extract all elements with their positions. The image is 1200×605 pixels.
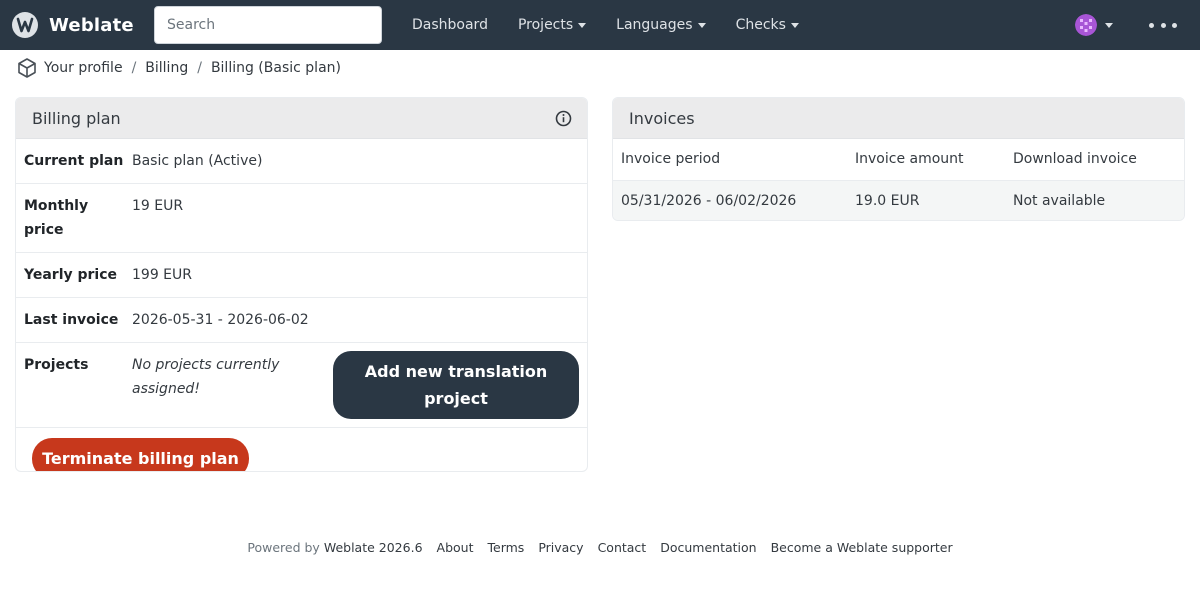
column-header: Download invoice: [1005, 139, 1184, 181]
navbar: Weblate Dashboard Projects Languages Che…: [0, 0, 1200, 50]
footer-link-supporter[interactable]: Become a Weblate supporter: [771, 540, 953, 555]
footer-link-contact[interactable]: Contact: [598, 540, 647, 555]
invoices-table: Invoice period Invoice amount Download i…: [613, 139, 1184, 220]
table-row: 05/31/2026 - 06/02/2026 19.0 EUR Not ava…: [613, 180, 1184, 220]
footer-link-about[interactable]: About: [437, 540, 474, 555]
brand-name: Weblate: [49, 14, 134, 36]
plan-row-projects: Projects No projects currently assigned!…: [16, 343, 587, 428]
footer-link-privacy[interactable]: Privacy: [538, 540, 583, 555]
footer-link-documentation[interactable]: Documentation: [660, 540, 756, 555]
nav-projects[interactable]: Projects: [503, 0, 601, 50]
billing-plan-footer: Terminate billing plan: [16, 428, 587, 471]
breadcrumb-billing[interactable]: Billing: [145, 60, 188, 76]
weblate-version-link[interactable]: Weblate 2026.6: [324, 540, 423, 555]
plan-row-monthly: Monthly price 19 EUR: [16, 184, 587, 253]
nav-right: [1075, 0, 1200, 50]
plan-value: 19 EUR: [132, 198, 184, 214]
plan-label: Last invoice: [24, 312, 119, 328]
powered-by-text: Powered by: [247, 539, 320, 555]
avatar: [1075, 14, 1097, 36]
invoice-period: 05/31/2026 - 06/02/2026: [613, 180, 847, 220]
dot: [1172, 22, 1177, 28]
plan-row-last-invoice: Last invoice 2026-05-31 - 2026-06-02: [16, 298, 587, 343]
plan-value: 2026-05-31 - 2026-06-02: [132, 312, 309, 328]
chevron-down-icon: [790, 22, 799, 28]
breadcrumb-separator: /: [197, 60, 202, 76]
table-header-row: Invoice period Invoice amount Download i…: [613, 139, 1184, 181]
billing-plan-card: Billing plan Current plan Basic plan (Ac…: [15, 97, 588, 472]
invoice-download: Not available: [1005, 180, 1184, 220]
breadcrumb: Your profile / Billing / Billing (Basic …: [16, 56, 341, 80]
nav-checks-label: Checks: [735, 17, 786, 33]
invoices-header: Invoices: [613, 98, 1184, 139]
chevron-down-icon: [697, 22, 706, 28]
nav-dashboard[interactable]: Dashboard: [397, 0, 503, 50]
nav-languages-label: Languages: [616, 17, 693, 33]
breadcrumb-profile[interactable]: Your profile: [44, 60, 123, 76]
terminate-billing-plan-button[interactable]: Terminate billing plan: [32, 438, 249, 471]
column-header: Invoice amount: [847, 139, 1005, 181]
main-nav: Dashboard Projects Languages Checks: [397, 0, 814, 50]
plan-value: 199 EUR: [132, 267, 192, 283]
nav-projects-label: Projects: [517, 17, 574, 33]
page-footer: Powered by Weblate 2026.6 About Terms Pr…: [0, 538, 1200, 556]
add-translation-project-button[interactable]: Add new translation project: [333, 351, 579, 419]
brand-link[interactable]: Weblate: [11, 0, 134, 50]
invoices-title: Invoices: [629, 108, 695, 128]
invoice-amount: 19.0 EUR: [847, 180, 1005, 220]
breadcrumb-billing-plan[interactable]: Billing (Basic plan): [211, 60, 341, 76]
box-icon: [18, 58, 36, 78]
projects-label: Projects: [24, 357, 89, 373]
nav-dashboard-label: Dashboard: [412, 17, 488, 33]
dot: [1160, 22, 1166, 28]
plan-label: Monthly price: [24, 198, 89, 238]
invoices-card: Invoices Invoice period Invoice amount D…: [612, 97, 1185, 221]
projects-empty-message: No projects currently assigned!: [132, 357, 280, 397]
weblate-logo-icon: [12, 12, 38, 38]
nav-languages[interactable]: Languages: [601, 0, 720, 50]
user-menu[interactable]: [1075, 14, 1113, 36]
info-icon[interactable]: [555, 110, 572, 127]
nav-checks[interactable]: Checks: [721, 0, 814, 50]
plan-row-yearly: Yearly price 199 EUR: [16, 253, 587, 298]
column-header: Invoice period: [613, 139, 847, 181]
more-menu-icon[interactable]: [1149, 15, 1177, 35]
plan-label: Current plan: [24, 153, 124, 169]
billing-plan-title: Billing plan: [32, 108, 121, 128]
breadcrumb-separator: /: [131, 60, 137, 76]
plan-label: Yearly price: [24, 267, 118, 283]
search-input[interactable]: [154, 6, 382, 44]
plan-value: Basic plan (Active): [132, 153, 263, 169]
plan-row-current: Current plan Basic plan (Active): [16, 139, 587, 184]
chevron-down-icon: [1105, 22, 1113, 28]
billing-plan-header: Billing plan: [16, 98, 587, 139]
footer-link-terms[interactable]: Terms: [488, 540, 525, 555]
dot: [1149, 22, 1154, 28]
chevron-down-icon: [578, 22, 587, 28]
